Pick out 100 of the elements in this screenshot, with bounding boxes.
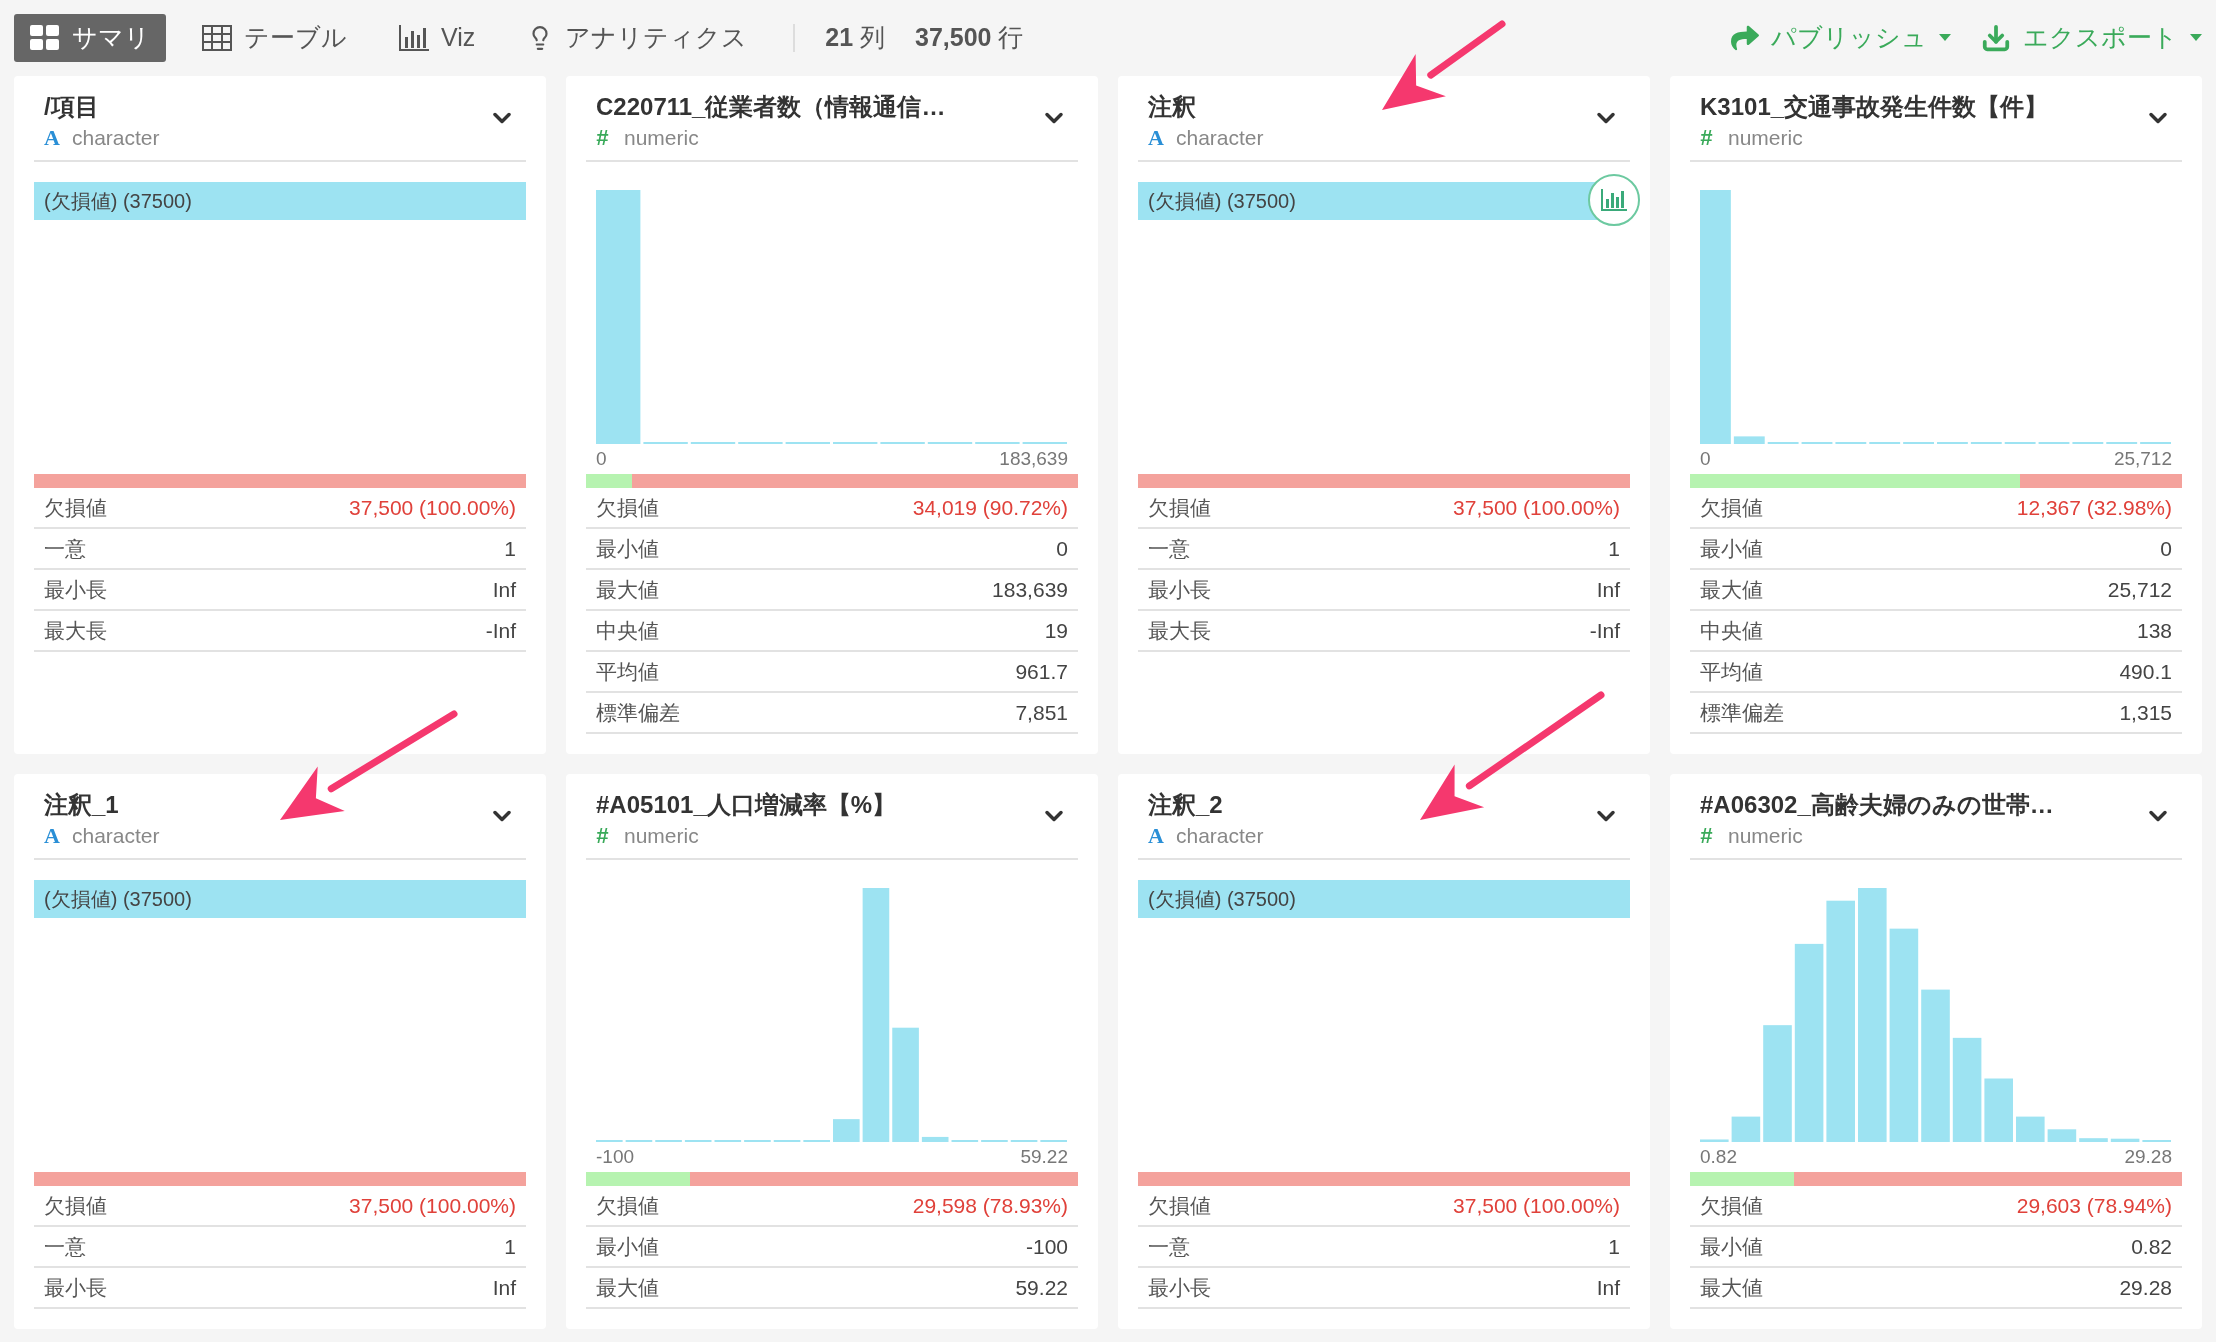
stat-value: Inf (1596, 1274, 1620, 1301)
stat-value: 1 (1608, 1233, 1620, 1260)
stat-value: 0 (2160, 535, 2172, 562)
stat-value: Inf (492, 576, 516, 603)
stat-value: 961.7 (1015, 658, 1068, 685)
count-label: 37,500 行 (915, 22, 1024, 54)
stat-value: 37,500 (100.00%) (1453, 1192, 1620, 1219)
bar-chart-icon (1601, 189, 1627, 211)
share-icon (1731, 24, 1759, 52)
stat-label: 欠損値 (44, 1192, 107, 1219)
column-title: C220711_従業者数（情報通信… (596, 92, 946, 122)
column-type: numeric (624, 125, 699, 151)
column-type: character (72, 823, 160, 849)
bar-chart-icon (399, 25, 429, 51)
stat-label: 最小長 (44, 576, 107, 603)
axis-max-label: 25,712 (2113, 446, 2172, 471)
stat-label: 最小長 (44, 1274, 107, 1301)
stat-value: 490.1 (2119, 658, 2172, 685)
column-title: /項目 (44, 92, 100, 122)
stat-value: 1 (504, 535, 516, 562)
axis-min-label: -100 (596, 1144, 635, 1169)
stat-value: 59.22 (1015, 1274, 1068, 1301)
axis-min-label: 0 (596, 446, 607, 471)
column-type: numeric (1728, 823, 1803, 849)
stat-label: 最大値 (1700, 576, 1763, 603)
stat-value: 1 (504, 1233, 516, 1260)
stat-label: 欠損値 (1700, 494, 1763, 521)
stat-value: 0 (1056, 535, 1068, 562)
histogram-bar (921, 1136, 949, 1142)
stat-label: 最小値 (1700, 1233, 1763, 1260)
column-title: #A05101_人口増減率【%】 (596, 790, 897, 820)
stat-label: 欠損値 (44, 494, 107, 521)
stat-label: 欠損値 (1148, 1192, 1211, 1219)
stat-value: 25,712 (2107, 576, 2172, 603)
column-title: K3101_交通事故発生件数【件】 (1700, 92, 2049, 122)
stat-value: 37,500 (100.00%) (1453, 494, 1620, 521)
top-value-bar: (欠損値) (37500) (1138, 880, 1630, 918)
count-label: 21 列 (825, 22, 886, 54)
view-tab[interactable]: Viz (383, 14, 492, 62)
histogram-bar (1731, 1116, 1761, 1142)
stat-label: 中央値 (596, 617, 659, 644)
stat-label: 最小値 (596, 535, 659, 562)
histogram-bar (2016, 1116, 2045, 1142)
stat-label: 最小長 (1148, 1274, 1211, 1301)
stat-label: 最小値 (596, 1233, 659, 1260)
histogram-bar (2047, 1129, 2077, 1142)
histogram-bar (1984, 1078, 2013, 1142)
stat-label: 中央値 (1700, 617, 1763, 644)
stat-value: 0.82 (2131, 1233, 2172, 1260)
stat-value: 29,603 (78.94%) (2016, 1192, 2172, 1219)
stat-value: 1,315 (2119, 699, 2172, 726)
stat-label: 一意 (44, 535, 86, 562)
stat-label: 欠損値 (1700, 1192, 1763, 1219)
stat-value: -Inf (1589, 617, 1620, 644)
stat-value: 12,367 (32.98%) (2016, 494, 2172, 521)
column-type: numeric (1728, 125, 1803, 151)
stat-label: 一意 (1148, 535, 1190, 562)
view-tab[interactable]: サマリ (14, 14, 166, 62)
stat-value: 34,019 (90.72%) (912, 494, 1068, 521)
stat-value: 37,500 (100.00%) (349, 1192, 516, 1219)
stat-value: Inf (492, 1274, 516, 1301)
axis-max-label: 29.28 (2124, 1144, 2172, 1169)
histogram-bar (833, 1119, 860, 1142)
axis-min-label: 0 (1700, 446, 1711, 471)
stat-value: 29.28 (2119, 1274, 2172, 1301)
histogram-bar (1733, 436, 1765, 444)
grid-icon (30, 25, 60, 51)
stat-label: 欠損値 (596, 494, 659, 521)
histogram-bar (1700, 1139, 1729, 1142)
stat-label: 欠損値 (596, 1192, 659, 1219)
caret-icon (2190, 34, 2202, 42)
stat-label: 最小値 (1700, 535, 1763, 562)
stat-label: 一意 (44, 1233, 86, 1260)
stat-label: 標準偏差 (1700, 699, 1784, 726)
numeric-type-icon: # (596, 822, 616, 850)
axis-max-label: 183,639 (999, 446, 1068, 471)
stat-value: -Inf (485, 617, 516, 644)
numeric-type-icon: # (1700, 124, 1720, 152)
view-tab[interactable]: テーブル (186, 14, 363, 62)
top-value-bar: (欠損値) (37500) (34, 880, 526, 918)
view-tab[interactable]: アナリティクス (511, 14, 764, 62)
column-title: #A06302_高齢夫婦のみの世帯… (1700, 790, 2054, 820)
stat-value: Inf (1596, 576, 1620, 603)
numeric-type-icon: # (1700, 822, 1720, 850)
axis-min-label: 0.82 (1700, 1144, 1737, 1169)
character-type-icon: A (1148, 822, 1168, 850)
axis-max-label: 59.22 (1020, 1144, 1068, 1169)
stat-label: 最大長 (1148, 617, 1211, 644)
character-type-icon: A (1148, 124, 1168, 152)
top-value-bar: (欠損値) (37500) (34, 182, 526, 220)
stat-value: 37,500 (100.00%) (349, 494, 516, 521)
stat-label: 最小長 (1148, 576, 1211, 603)
stat-value: 29,598 (78.93%) (912, 1192, 1068, 1219)
stat-label: 最大長 (44, 617, 107, 644)
stat-label: 最大値 (596, 1274, 659, 1301)
stat-value: 19 (1044, 617, 1068, 644)
column-title: 注釈_1 (44, 790, 120, 820)
stat-value: 183,639 (992, 576, 1068, 603)
column-title: 注釈_2 (1148, 790, 1224, 820)
chart-button[interactable] (1588, 174, 1640, 226)
